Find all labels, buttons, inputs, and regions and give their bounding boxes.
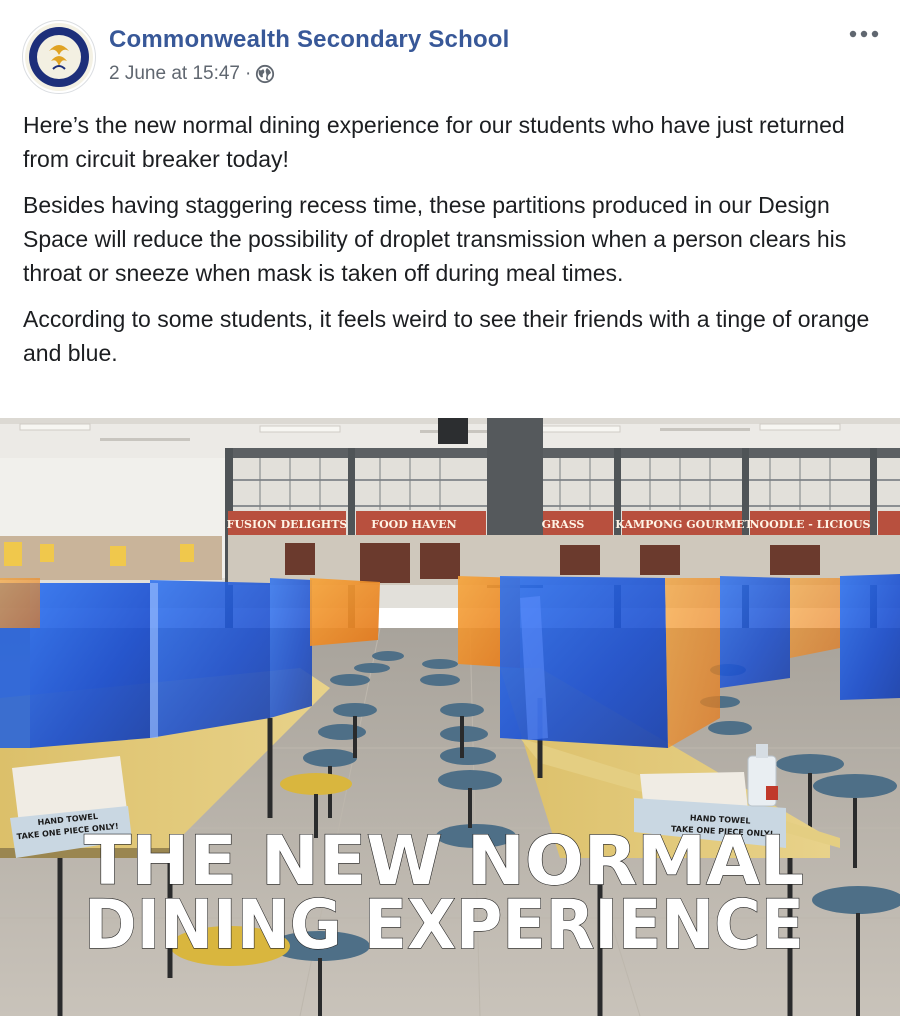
- stall-sign: FUSION DELIGHTS: [227, 518, 348, 531]
- page-avatar[interactable]: [22, 20, 96, 94]
- page-name-link[interactable]: Commonwealth Secondary School: [109, 26, 510, 54]
- photo-caption-line2: DINING EXPERIENCE: [84, 886, 804, 965]
- post-photo[interactable]: FUSION DELIGHTS FOOD HAVEN GRASS KAMPONG…: [0, 418, 900, 1016]
- stall-sign: GRASS: [542, 518, 585, 531]
- stall-sign: KAMPONG GOURMET: [615, 518, 753, 531]
- post-header: Commonwealth Secondary School 2 June at …: [22, 20, 880, 94]
- post-paragraph: According to some students, it feels wei…: [23, 306, 870, 366]
- more-dots-icon[interactable]: [848, 26, 880, 42]
- globe-icon[interactable]: [255, 64, 275, 84]
- stall-sign: FOOD HAVEN: [371, 518, 456, 531]
- post-timestamp[interactable]: 2 June at 15:47: [109, 63, 240, 85]
- post-paragraph: Here’s the new normal dining experience …: [23, 112, 845, 172]
- post-paragraph: Besides having staggering recess time, t…: [23, 192, 847, 286]
- post-meta: 2 June at 15:47 ·: [109, 63, 275, 85]
- school-logo: [25, 23, 93, 91]
- stall-sign: NOODLE - LICIOUS: [750, 518, 871, 531]
- facebook-post: Commonwealth Secondary School 2 June at …: [0, 0, 900, 1016]
- meta-separator: ·: [245, 63, 252, 84]
- post-text: Here’s the new normal dining experience …: [23, 108, 883, 382]
